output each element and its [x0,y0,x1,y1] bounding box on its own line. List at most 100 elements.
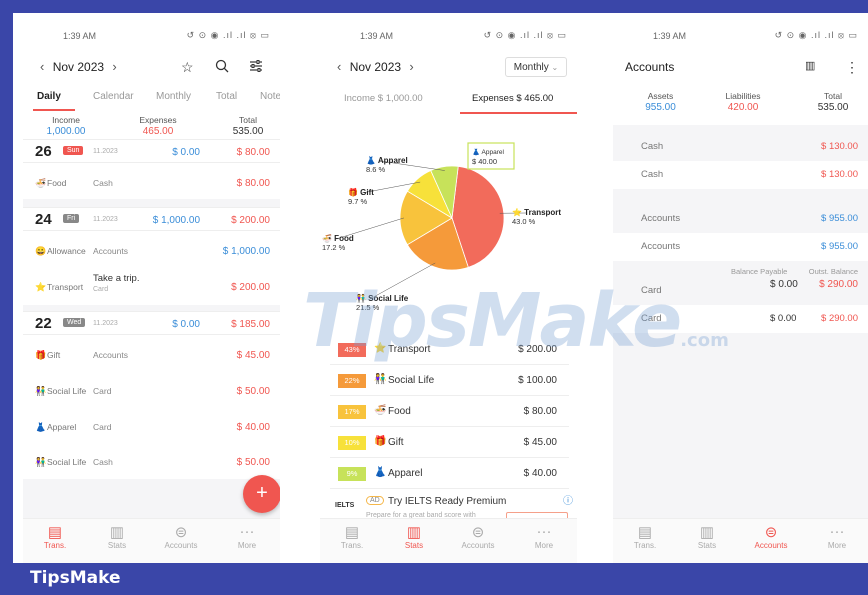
ad-info-icon[interactable]: ⓘ [563,492,573,507]
nav-stats[interactable]: ▥ Stats [677,523,737,550]
tooltip-name: 👗 Apparel [472,148,505,156]
nav-trans[interactable]: ▤ Trans. [322,523,382,550]
star-icon[interactable]: ☆ [181,59,194,76]
stats-icon: ▥ [406,524,422,541]
period-dropdown[interactable]: Monthly ⌄ [505,57,567,77]
transaction-amount: $ 200.00 [231,282,270,293]
search-icon[interactable] [215,59,229,76]
transaction-row[interactable]: ⭐ Transport Take a trip. Card $ 200.00 [23,267,280,303]
total-label: Total [824,91,842,101]
bottom-nav: ▤ Trans. ▥ Stats ⊜ Accounts ··· More [23,518,280,563]
legend-row-gift[interactable]: 10% 🎁 Gift $ 45.00 [330,428,569,458]
transaction-row[interactable]: 🍜 Food Cash $ 80.00 [23,165,280,199]
legend-amount: $ 200.00 [518,344,557,355]
stats-screen: 1:39 AM ↺ ⊙ ◉ .ıl .ıl ⦻ ▭ ‹ Nov 2023 › M… [320,13,577,563]
pie-label-name: 🍜 Food [322,234,354,243]
bottom-nav: ▤ Trans. ▥ Stats ⊜ Accounts ··· More [320,518,577,563]
weekday-badge: Sun [63,146,84,155]
day-date: 11.2023 [93,320,118,327]
pie-chart-svg: ⭐ Transport43.0 % 👫 Social Life21.5 % 🍜 Fo… [322,142,561,312]
transaction-category: Allowance [47,246,86,256]
nav-stats[interactable]: ▥ Stats [384,523,444,550]
transaction-category: Social Life [47,457,87,467]
transaction-row[interactable]: 👫 Social Life Cash $ 50.00 [23,444,280,478]
more-vert-icon[interactable]: ⋮ [845,59,859,76]
ad-banner[interactable]: IELTS AD Try IELTS Ready Premium Prepare… [320,488,577,522]
status-time: 1:39 AM [63,31,97,41]
group-amount: $ 955.00 [821,213,858,224]
legend-percent-badge: 9% [338,467,366,481]
ad-badge: AD [366,496,384,505]
accounts-icon: ⊜ [471,524,485,541]
tab-expenses[interactable]: Expenses $ 465.00 [472,93,553,104]
transaction-row[interactable]: 🎁 Gift Accounts $ 45.00 [23,337,280,371]
nav-accounts[interactable]: ⊜ Accounts [741,523,801,550]
tab-income[interactable]: Income $ 1,000.00 [344,93,423,104]
group-name: Card [641,285,662,296]
nav-trans[interactable]: ▤ Trans. [615,523,675,550]
legend-row-food[interactable]: 17% 🍜 Food $ 80.00 [330,397,569,427]
transaction-row[interactable]: 😀 Allowance Accounts $ 1,000.00 [23,233,280,267]
account-outstanding: $ 290.00 [821,313,858,324]
screenshot-frame: 1:39 AM ↺ ⊙ ◉ .ıl .ıl ⦻ ▭ ‹ Nov 2023 › ☆… [13,13,868,563]
legend-row-apparel[interactable]: 9% 👗 Apparel $ 40.00 [330,459,569,489]
legend-row-transport[interactable]: 43% ⭐ Transport $ 200.00 [330,335,569,365]
transactions-screen: 1:39 AM ↺ ⊙ ◉ .ıl .ıl ⦻ ▭ ‹ Nov 2023 › ☆… [23,13,280,563]
tooltip-amount: $ 40.00 [472,157,497,166]
account-payable: $ 0.00 [770,313,797,324]
nav-trans[interactable]: ▤ Trans. [25,523,85,550]
add-transaction-button[interactable]: + [243,475,280,513]
empty-area [613,333,868,518]
pie-tooltip: 👗 Apparel$ 40.00 [467,142,515,170]
nav-stats-label: Stats [404,541,424,550]
active-tab-underline [33,109,75,111]
assets-label: Assets [647,91,674,101]
transaction-row[interactable]: 👗 Apparel Card $ 40.00 [23,409,280,443]
next-month-icon[interactable]: › [404,59,418,74]
stats-icon: ▥ [699,524,715,541]
day-date: 11.2023 [93,148,118,155]
nav-accounts[interactable]: ⊜ Accounts [448,523,508,550]
outstanding-balance-value: $ 290.00 [819,279,858,290]
transaction-amount: $ 45.00 [236,350,270,361]
account-row-cash[interactable]: Cash $ 130.00 [613,161,868,189]
legend-percent-badge: 43% [338,343,366,357]
account-row-accounts[interactable]: Accounts $ 955.00 [613,233,868,261]
tab-daily[interactable]: Daily [37,91,61,102]
nav-more-label: More [534,541,554,550]
nav-more[interactable]: ··· More [807,523,867,550]
tab-monthly[interactable]: Monthly [156,91,191,102]
legend-row-social-life[interactable]: 22% 👫 Social Life $ 100.00 [330,366,569,396]
prev-month-icon[interactable]: ‹ [332,59,346,74]
tab-total[interactable]: Total [216,91,237,102]
tab-note[interactable]: Note [260,91,280,102]
view-tabs: Daily Calendar Monthly Total Note [23,89,280,111]
day-expense: $ 200.00 [231,215,270,226]
legend-percent-badge: 22% [338,374,366,388]
prev-month-icon[interactable]: ‹ [35,59,49,74]
filter-icon[interactable] [249,59,263,76]
nav-more[interactable]: ··· More [217,523,277,550]
expenses-value: 465.00 [142,126,174,137]
stats-tabs: Income $ 1,000.00 Expenses $ 465.00 [320,85,577,115]
nav-stats-label: Stats [697,541,717,550]
nav-more[interactable]: ··· More [514,523,574,550]
chart-icon[interactable]: ▥ [805,59,815,72]
nav-trans-label: Trans. [340,541,364,550]
legend-category-name: Food [388,406,411,417]
nav-accounts[interactable]: ⊜ Accounts [151,523,211,550]
tab-calendar[interactable]: Calendar [93,91,134,102]
nav-stats[interactable]: ▥ Stats [87,523,147,550]
account-row-card[interactable]: Card $ 0.00 $ 290.00 [613,305,868,333]
transaction-row[interactable]: 👫 Social Life Card $ 50.00 [23,373,280,407]
nav-accounts-label: Accounts [164,541,198,550]
active-tab-underline [460,112,577,114]
food-icon: 🍜 [35,178,47,188]
total-label: Total [239,115,257,125]
nav-accounts-label: Accounts [754,541,788,550]
accounts-icon: ⊜ [764,524,778,541]
status-time: 1:39 AM [653,31,687,41]
pie-label-percent: 21.5 % [356,303,380,312]
next-month-icon[interactable]: › [107,59,121,74]
weekday-badge: Wed [63,318,86,327]
